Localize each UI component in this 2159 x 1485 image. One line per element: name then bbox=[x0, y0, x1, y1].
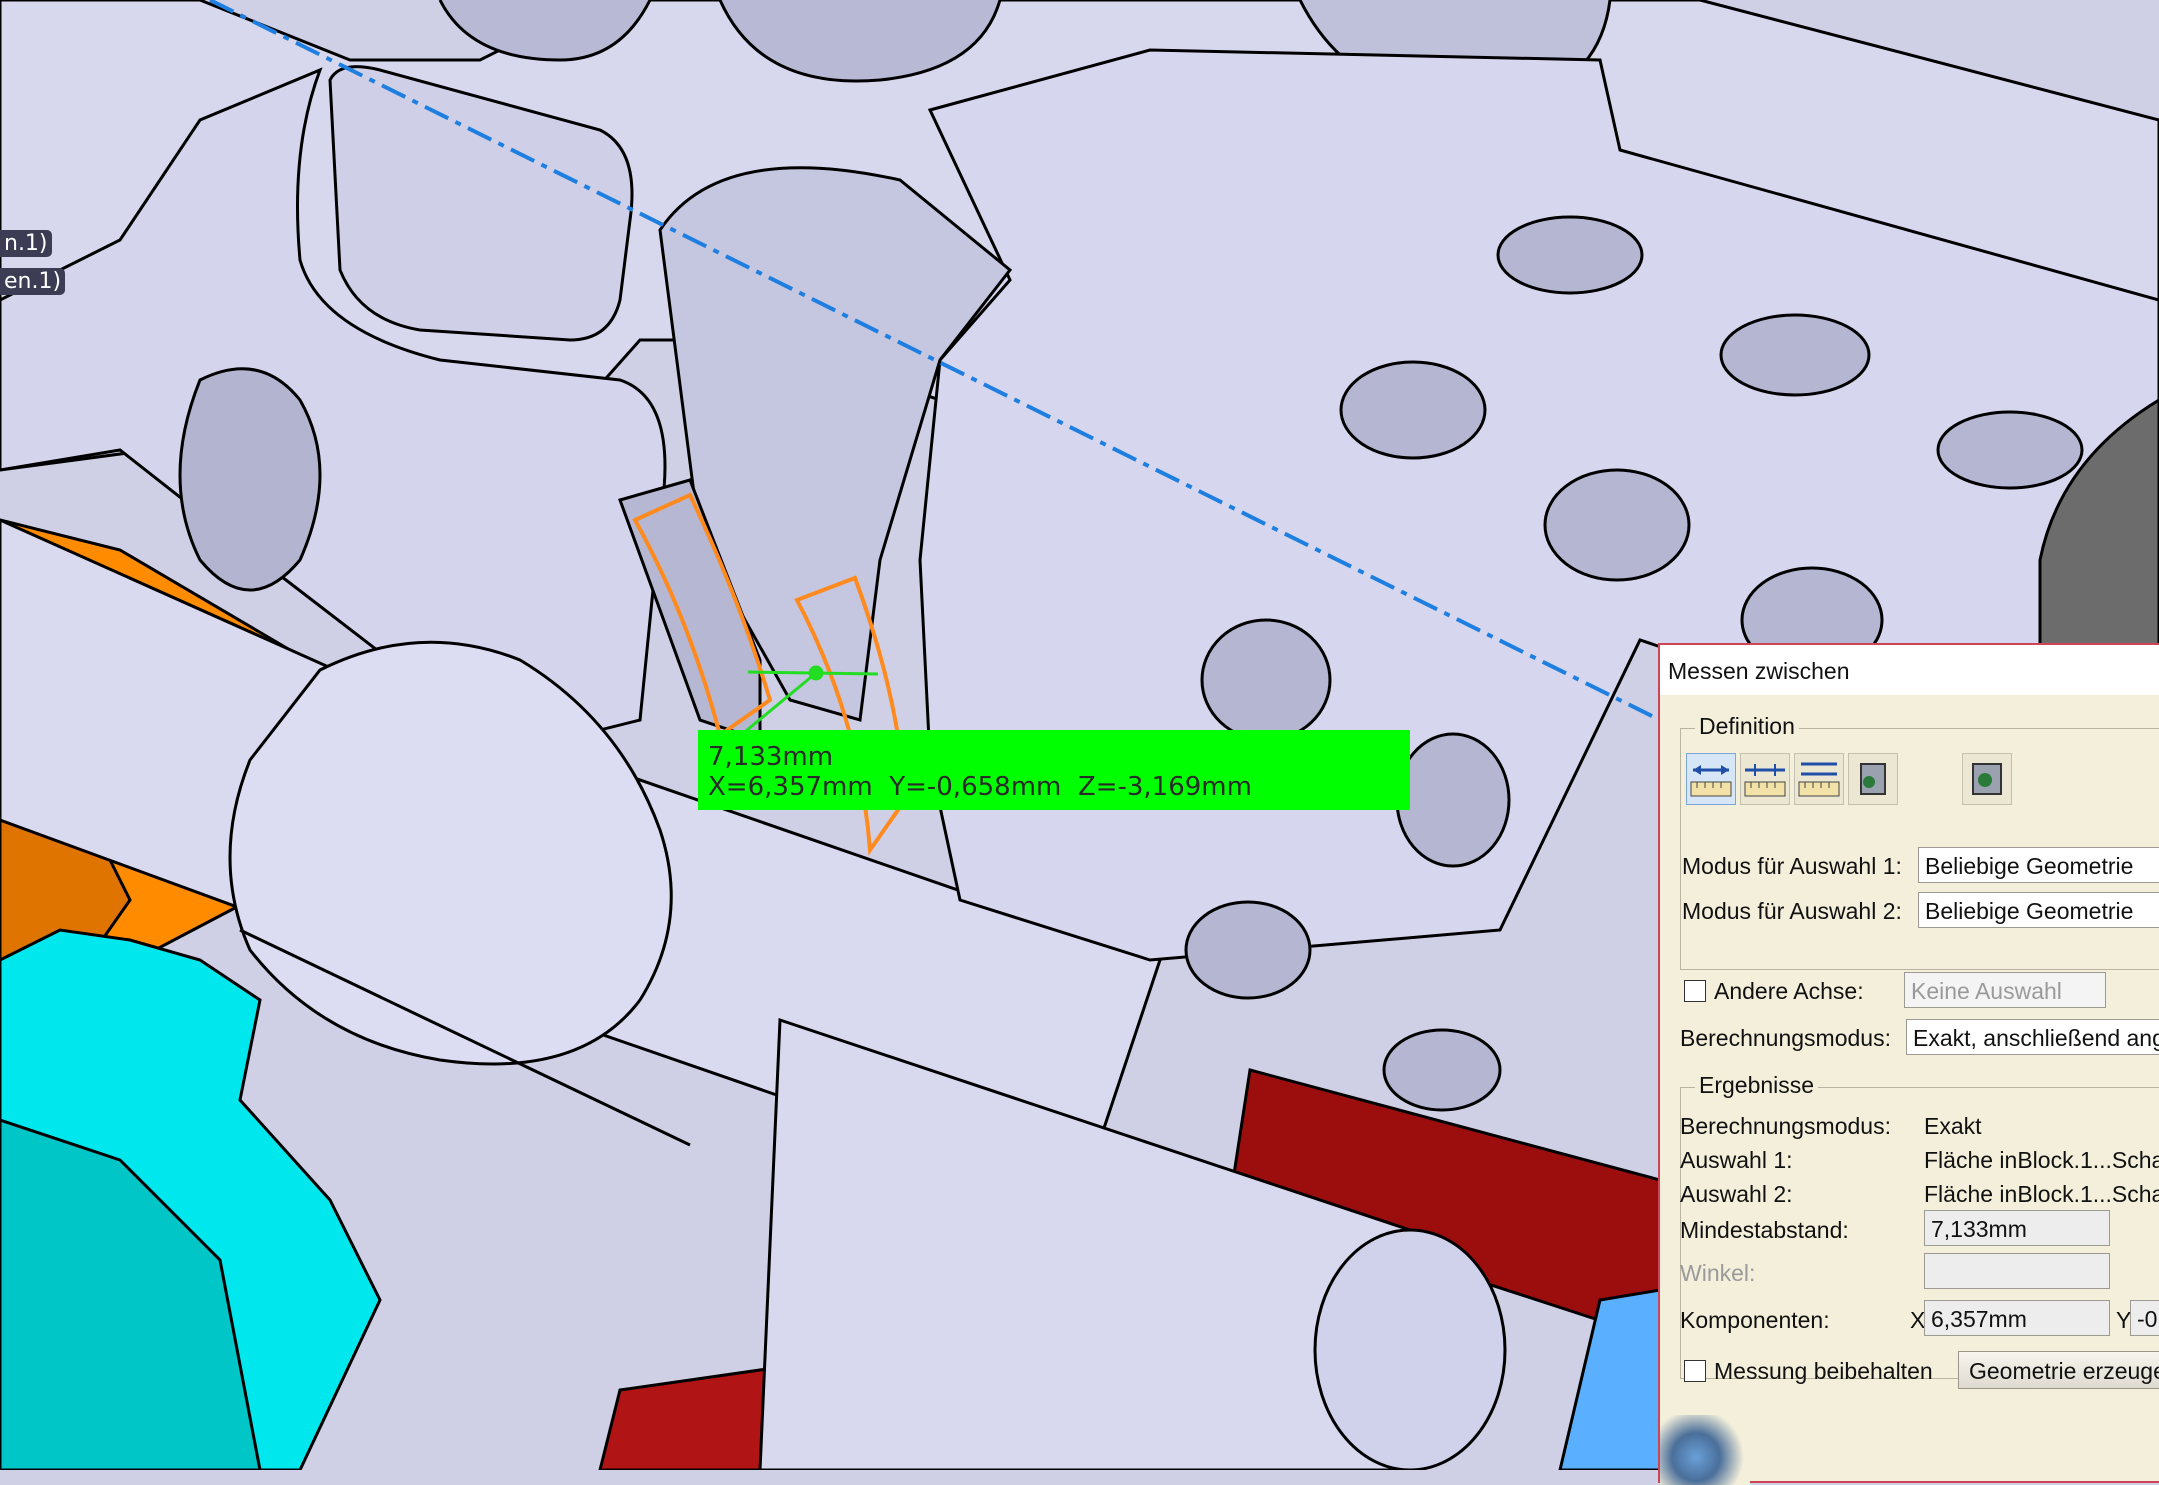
x-component-field: 6,357mm bbox=[1924, 1300, 2110, 1336]
other-axis-label: Andere Achse: bbox=[1714, 978, 1864, 1004]
other-axis-checkbox[interactable] bbox=[1684, 980, 1706, 1002]
measure-inertia-icon[interactable] bbox=[1962, 753, 2012, 805]
measure-fan-icon[interactable] bbox=[1794, 753, 1844, 805]
components-text: X=6,357mm Y=-0,658mm Z=-3,169mm bbox=[708, 772, 1252, 802]
components-label: Komponenten: bbox=[1680, 1307, 1830, 1333]
other-axis-field[interactable]: Keine Auswahl bbox=[1904, 972, 2106, 1008]
measure-dialog: Messen zwischen Definition Modus für Aus… bbox=[1658, 643, 2159, 1485]
measure-in-chain-icon[interactable] bbox=[1740, 753, 1790, 805]
selection1-value: Fläche inBlock.1...Schalthebel bbox=[1924, 1147, 2159, 1173]
mode2-label: Modus für Auswahl 2: bbox=[1682, 898, 1902, 924]
min-distance-field: 7,133mm bbox=[1924, 1210, 2110, 1246]
selection2-label: Auswahl 2: bbox=[1680, 1181, 1793, 1207]
result-calc-mode-value: Exakt bbox=[1924, 1113, 1982, 1139]
definition-label: Definition bbox=[1695, 713, 1799, 740]
keep-measure-label: Messung beibehalten bbox=[1714, 1358, 1933, 1384]
calc-mode-select[interactable]: Exakt, anschließend angenähert bbox=[1906, 1019, 2159, 1055]
mode2-select[interactable]: Beliebige Geometrie bbox=[1918, 892, 2159, 928]
tree-tag[interactable]: n.1) bbox=[0, 230, 52, 257]
measure-between-icon[interactable] bbox=[1686, 753, 1736, 805]
mode1-label: Modus für Auswahl 1: bbox=[1682, 853, 1902, 879]
selection1-label: Auswahl 1: bbox=[1680, 1147, 1793, 1173]
measurement-label: 7,133mm X=6,357mm Y=-0,658mm Z=-3,169mm bbox=[698, 730, 1410, 810]
tree-tag[interactable]: en.1) bbox=[0, 268, 66, 295]
angle-label: Winkel: bbox=[1680, 1260, 1756, 1286]
min-distance-label: Mindestabstand: bbox=[1680, 1217, 1849, 1243]
result-calc-mode-label: Berechnungsmodus: bbox=[1680, 1113, 1891, 1139]
angle-field bbox=[1924, 1253, 2110, 1289]
keep-measure-checkbox[interactable] bbox=[1684, 1360, 1706, 1382]
results-label: Ergebnisse bbox=[1695, 1072, 1819, 1099]
measure-item-icon[interactable] bbox=[1848, 753, 1898, 805]
mode1-select[interactable]: Beliebige Geometrie bbox=[1918, 847, 2159, 883]
y-component-field: -0,658mm bbox=[2130, 1300, 2159, 1336]
calc-mode-label: Berechnungsmodus: bbox=[1680, 1025, 1891, 1051]
catia-logo bbox=[1660, 1415, 1750, 1485]
dialog-title: Messen zwischen bbox=[1660, 645, 2159, 695]
create-geometry-button[interactable]: Geometrie erzeugen bbox=[1958, 1351, 2159, 1389]
selection2-value: Fläche inBlock.1...Schaltgabel bbox=[1924, 1181, 2159, 1207]
distance-text: 7,133mm bbox=[708, 742, 834, 772]
